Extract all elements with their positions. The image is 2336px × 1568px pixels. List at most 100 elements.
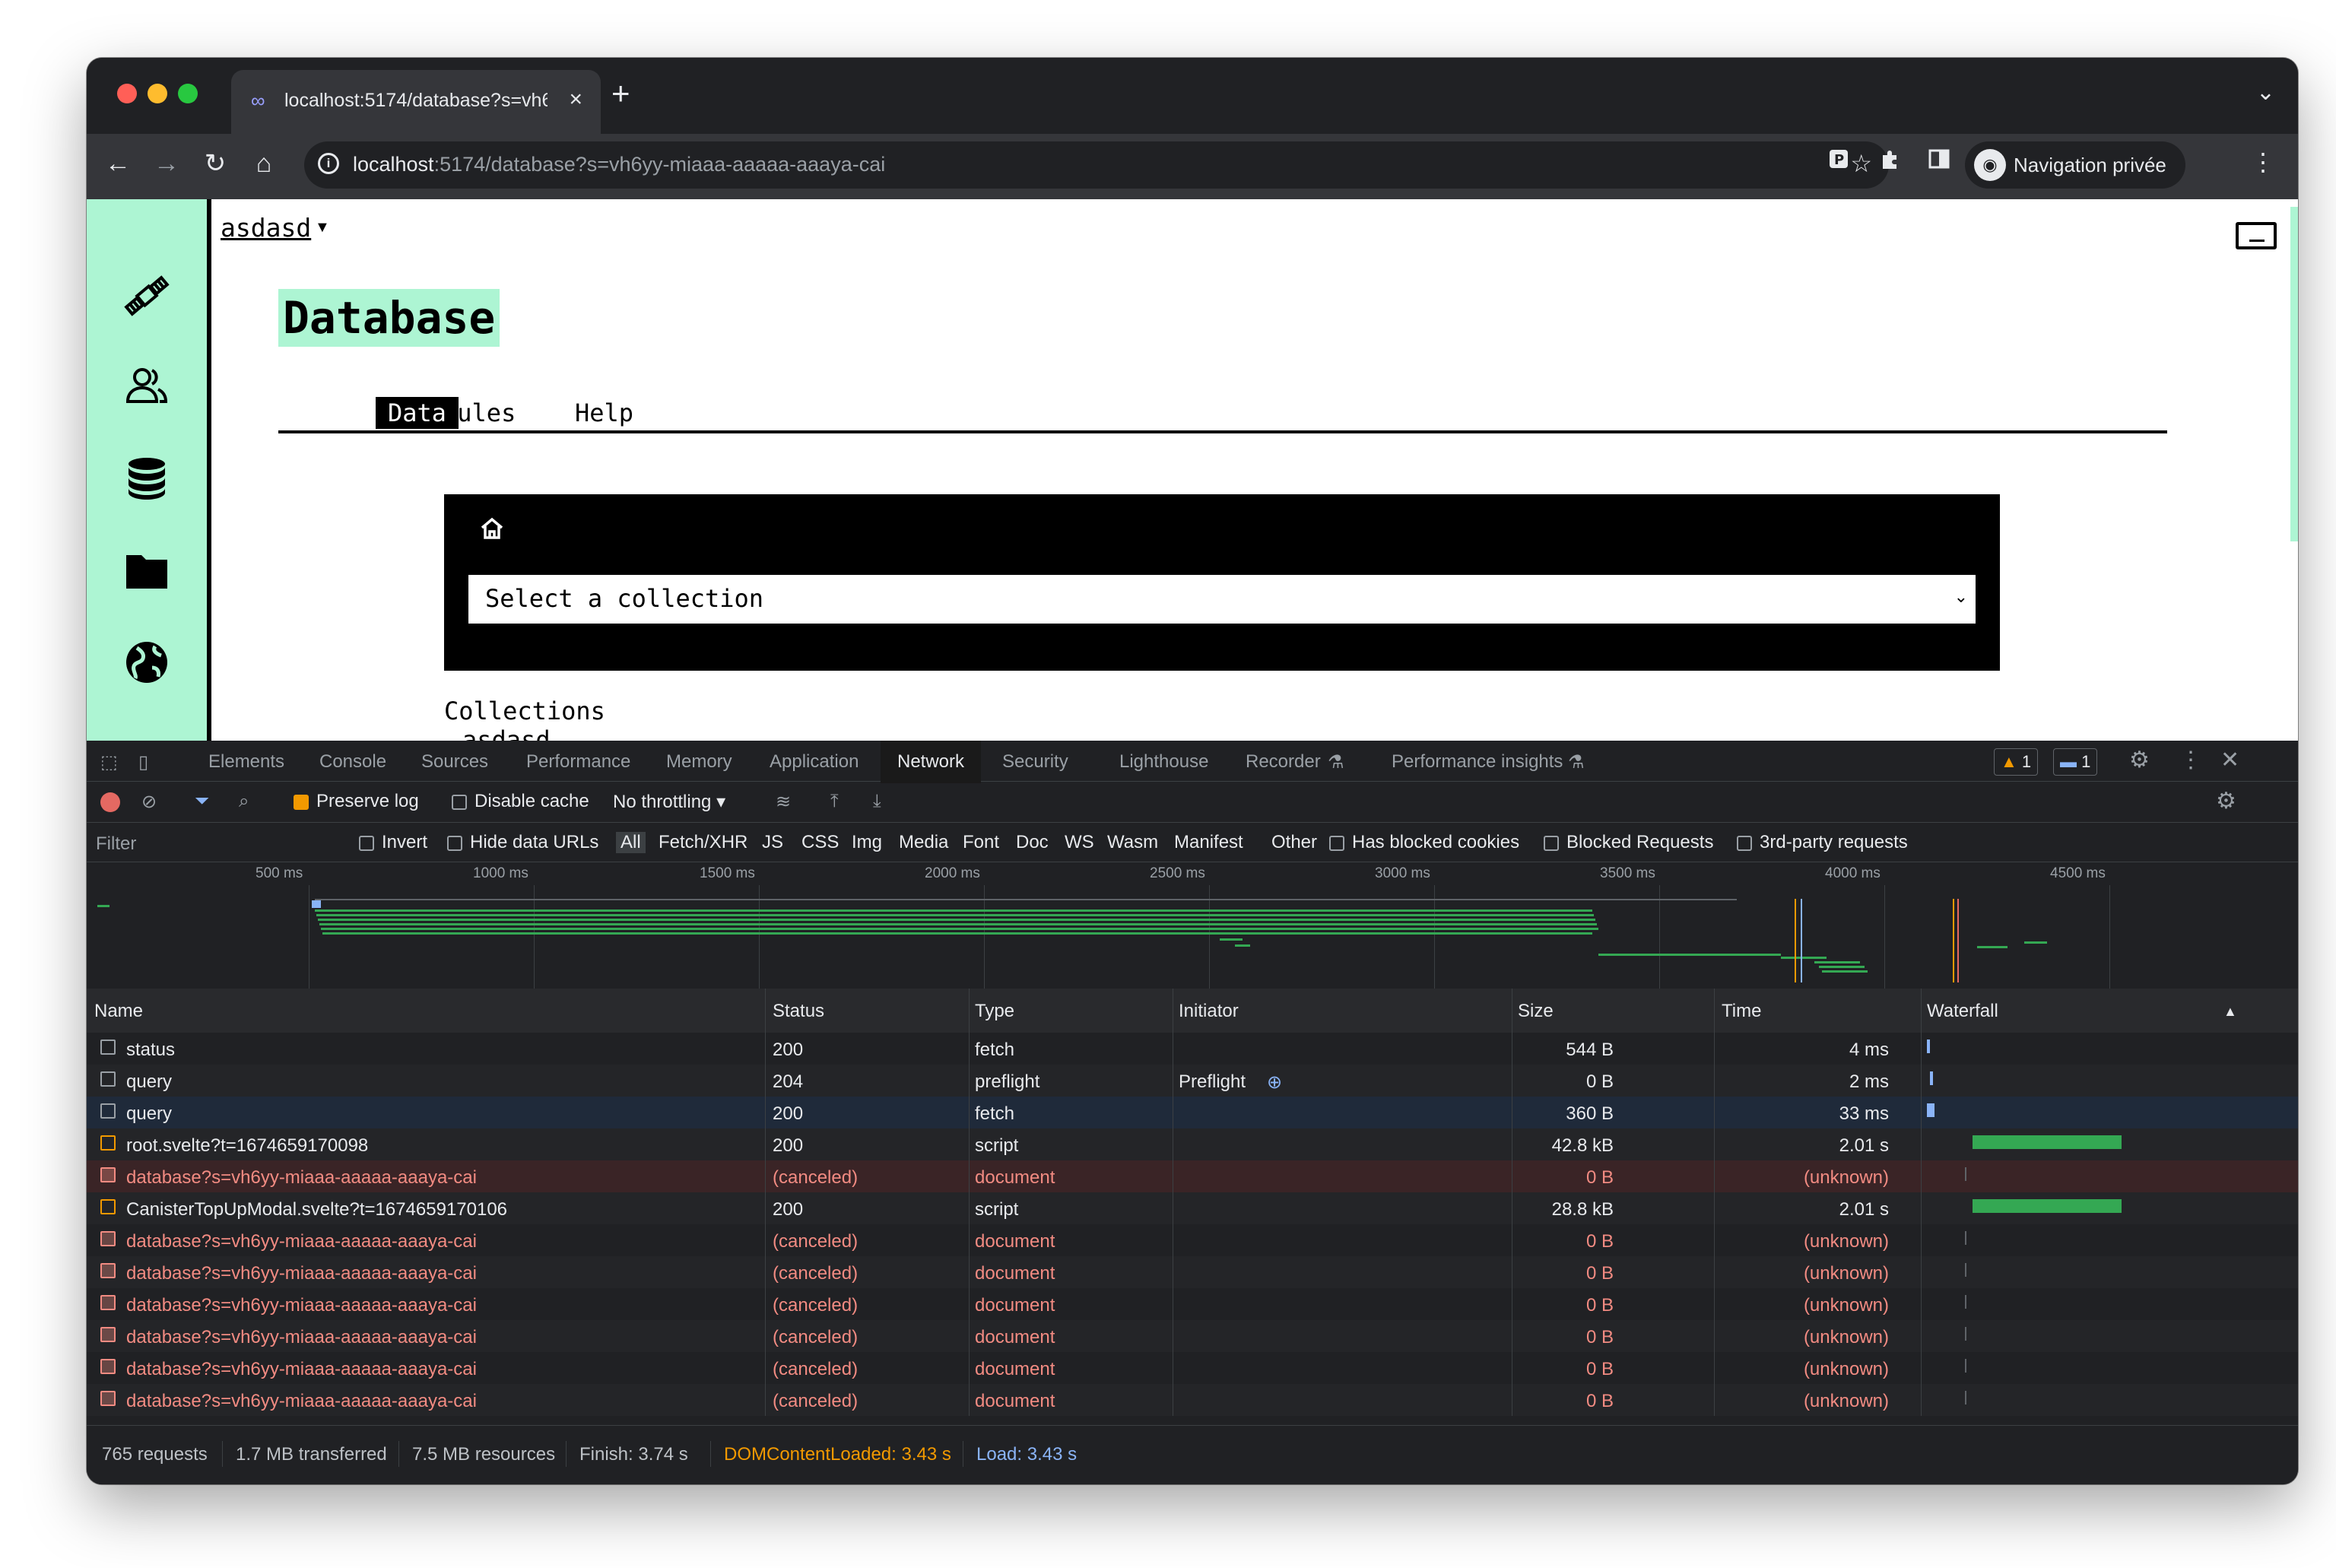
table-row[interactable]: root.svelte?t=1674659170098 200 script 42.8… xyxy=(87,1128,2298,1160)
throttling-select[interactable]: No throttling ▾ xyxy=(613,791,725,813)
filter-js[interactable]: JS xyxy=(762,832,783,853)
devtools-tab-memory[interactable]: Memory xyxy=(666,751,732,773)
record-button[interactable] xyxy=(100,792,120,812)
forward-button[interactable]: → xyxy=(149,146,184,181)
back-button[interactable]: ← xyxy=(100,146,135,181)
table-row[interactable]: database?s=vh6yy-miaaa-aaaaa-aaaya-cai (c… xyxy=(87,1288,2298,1320)
column-header-status[interactable]: Status xyxy=(773,1001,824,1022)
search-icon[interactable]: ⌕ xyxy=(239,791,249,812)
filter-other[interactable]: Other xyxy=(1271,832,1317,853)
table-row[interactable]: CanisterTopUpModal.svelte?t=167465917010… xyxy=(87,1192,2298,1224)
browser-menu-icon[interactable]: ⋮ xyxy=(2251,148,2275,176)
blocked-requests-checkbox[interactable]: Blocked Requests xyxy=(1544,832,1713,853)
request-name[interactable]: query xyxy=(126,1103,841,1125)
table-row[interactable]: database?s=vh6yy-miaaa-aaaaa-aaaya-cai (c… xyxy=(87,1256,2298,1288)
users-icon[interactable] xyxy=(117,362,176,415)
filter-wasm[interactable]: Wasm xyxy=(1107,832,1158,853)
column-header-type[interactable]: Type xyxy=(975,1001,1014,1022)
devtools-tab-performance[interactable]: Performance xyxy=(526,751,630,773)
caret-down-icon[interactable]: ▼ xyxy=(315,219,330,236)
site-info-icon[interactable]: i xyxy=(318,153,339,174)
close-devtools-icon[interactable]: ✕ xyxy=(2220,747,2239,773)
close-window-button[interactable] xyxy=(117,84,137,103)
settings-gear-icon[interactable]: ⚙ xyxy=(2129,747,2150,773)
blocked-cookies-checkbox[interactable]: Has blocked cookies xyxy=(1329,832,1519,853)
devtools-tab-security[interactable]: Security xyxy=(1002,751,1068,773)
table-row[interactable]: database?s=vh6yy-miaaa-aaaaa-aaaya-cai (c… xyxy=(87,1384,2298,1416)
incognito-profile-button[interactable]: ◉ Navigation privée xyxy=(1965,141,2185,189)
side-panel-icon[interactable] xyxy=(1924,148,1954,178)
table-row[interactable]: database?s=vh6yy-miaaa-aaaaa-aaaya-cai (c… xyxy=(87,1320,2298,1352)
maximize-window-button[interactable] xyxy=(178,84,198,103)
messages-badge[interactable]: ▬ 1 xyxy=(2053,748,2098,776)
devtools-tab-performance-insights[interactable]: Performance insights xyxy=(1392,751,1563,773)
request-name[interactable]: query xyxy=(126,1071,841,1093)
network-overview[interactable]: 500 ms 1000 ms 1500 ms 2000 ms 2500 ms 3… xyxy=(87,862,2298,989)
warnings-badge[interactable]: ▲ 1 xyxy=(1994,748,2039,776)
reload-button[interactable]: ↻ xyxy=(198,146,233,181)
collection-select[interactable]: Select a collection ⌄ xyxy=(468,575,1976,624)
filter-input[interactable]: Filter xyxy=(96,833,339,855)
request-name[interactable]: database?s=vh6yy-miaaa-aaaaa-aaaya-cai xyxy=(126,1263,841,1284)
request-name[interactable]: CanisterTopUpModal.svelte?t=167465917010… xyxy=(126,1199,841,1220)
tab-rules[interactable]: Rules xyxy=(430,397,528,429)
request-initiator[interactable]: Preflight xyxy=(1179,1071,1246,1093)
request-name[interactable]: database?s=vh6yy-miaaa-aaaaa-aaaya-cai xyxy=(126,1231,841,1252)
column-header-initiator[interactable]: Initiator xyxy=(1179,1001,1239,1022)
sort-ascending-icon[interactable]: ▲ xyxy=(2223,1004,2237,1020)
device-toolbar-icon[interactable]: ▯ xyxy=(138,751,148,773)
devtools-tab-sources[interactable]: Sources xyxy=(421,751,488,773)
devtools-tab-application[interactable]: Application xyxy=(770,751,859,773)
request-name[interactable]: database?s=vh6yy-miaaa-aaaaa-aaaya-cai xyxy=(126,1327,841,1348)
export-har-icon[interactable]: ⤓ xyxy=(873,791,881,812)
request-name[interactable]: status xyxy=(126,1040,841,1061)
filter-all[interactable]: All xyxy=(616,832,646,853)
extensions-puzzle-icon[interactable] xyxy=(1875,148,1906,178)
filter-ws[interactable]: WS xyxy=(1065,832,1094,853)
minimize-window-button[interactable] xyxy=(148,84,167,103)
new-tab-button[interactable]: + xyxy=(611,78,630,110)
table-row[interactable]: database?s=vh6yy-miaaa-aaaaa-aaaya-cai (c… xyxy=(87,1160,2298,1192)
third-party-checkbox[interactable]: 3rd-party requests xyxy=(1737,832,1908,853)
filter-media[interactable]: Media xyxy=(899,832,948,853)
home-icon[interactable] xyxy=(479,516,505,548)
filter-manifest[interactable]: Manifest xyxy=(1174,832,1243,853)
invert-checkbox[interactable]: Invert xyxy=(359,832,427,853)
filter-css[interactable]: CSS xyxy=(801,832,839,853)
extension-p-icon[interactable]: P xyxy=(1823,148,1854,178)
devtools-tab-console[interactable]: Console xyxy=(319,751,386,773)
table-row[interactable]: database?s=vh6yy-miaaa-aaaaa-aaaya-cai (c… xyxy=(87,1352,2298,1384)
filter-img[interactable]: Img xyxy=(852,832,882,853)
tab-help[interactable]: Help xyxy=(563,397,646,429)
disable-cache-checkbox[interactable]: Disable cache xyxy=(452,791,589,812)
clear-icon[interactable]: ⊘ xyxy=(141,791,157,813)
filter-funnel-icon[interactable]: ⏷ xyxy=(195,791,209,812)
keyboard-icon[interactable] xyxy=(2236,222,2277,249)
column-header-size[interactable]: Size xyxy=(1518,1001,1554,1022)
filter-doc[interactable]: Doc xyxy=(1016,832,1049,853)
home-button[interactable]: ⌂ xyxy=(246,146,281,181)
collection-item[interactable]: asdasd xyxy=(462,725,551,741)
folder-icon[interactable] xyxy=(117,546,176,599)
devtools-tab-elements[interactable]: Elements xyxy=(208,751,284,773)
column-header-time[interactable]: Time xyxy=(1722,1001,1761,1022)
request-name[interactable]: database?s=vh6yy-miaaa-aaaaa-aaaya-cai xyxy=(126,1391,841,1412)
browser-tab[interactable]: ∞ localhost:5174/database?s=vh6 × xyxy=(231,70,601,134)
request-name[interactable]: database?s=vh6yy-miaaa-aaaaa-aaaya-cai xyxy=(126,1359,841,1380)
devtools-tab-recorder[interactable]: Recorder xyxy=(1246,751,1321,773)
globe-icon[interactable] xyxy=(117,637,176,690)
devtools-tab-network[interactable]: Network xyxy=(881,741,982,783)
filter-fetch-xhr[interactable]: Fetch/XHR xyxy=(659,832,747,853)
inspect-element-icon[interactable]: ⬚ xyxy=(100,751,118,773)
satellite-breadcrumb-link[interactable]: asdasd xyxy=(221,213,311,243)
column-header-waterfall[interactable]: Waterfall xyxy=(1927,1001,1998,1022)
network-settings-gear-icon[interactable]: ⚙ xyxy=(2216,788,2236,814)
satellite-icon[interactable] xyxy=(117,271,176,324)
database-icon[interactable] xyxy=(117,453,176,506)
devtools-menu-icon[interactable]: ⋮ xyxy=(2179,747,2202,773)
preflight-icon[interactable]: ⊕ xyxy=(1267,1071,1282,1093)
table-row[interactable]: query 204 preflight Preflight 0 B 2 ms ⊕ xyxy=(87,1065,2298,1097)
devtools-tab-lighthouse[interactable]: Lighthouse xyxy=(1119,751,1208,773)
page-scrollbar[interactable] xyxy=(2290,207,2298,541)
request-name[interactable]: root.svelte?t=1674659170098 xyxy=(126,1135,841,1157)
